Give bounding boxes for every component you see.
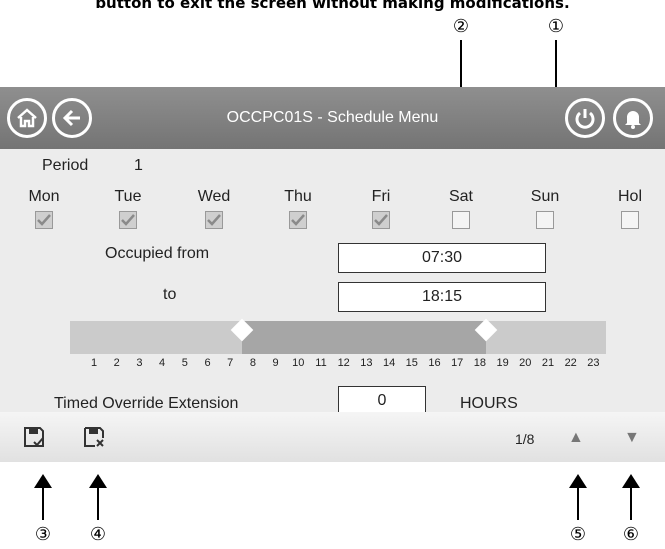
callout-2: ② xyxy=(452,16,470,37)
checkmark-icon xyxy=(374,214,388,226)
callout-1: ① xyxy=(547,16,565,37)
checkmark-icon xyxy=(121,214,135,226)
save-button[interactable] xyxy=(22,425,48,449)
callout-5: ⑤ xyxy=(569,524,587,545)
timeline-tick-label: 7 xyxy=(227,357,234,369)
timeline-tick-label: 13 xyxy=(360,357,373,369)
checkmark-icon xyxy=(37,214,51,226)
day-label-tue: Tue xyxy=(114,188,142,205)
pointer-arrowhead-4 xyxy=(89,474,107,488)
page-indicator: 1/8 xyxy=(515,431,535,447)
day-label-fri: Fri xyxy=(371,188,391,205)
checkbox-tue[interactable] xyxy=(119,211,137,229)
day-label-sat: Sat xyxy=(448,188,473,205)
timeline-tick-label: 23 xyxy=(587,357,600,369)
timeline-tick-label: 5 xyxy=(181,357,188,369)
page-up-button[interactable]: ▲ xyxy=(568,429,584,447)
occupied-from-field[interactable]: 07:30 xyxy=(338,243,546,273)
back-button[interactable] xyxy=(52,98,92,138)
timeline-tick-label: 8 xyxy=(249,357,256,369)
period-value: 1 xyxy=(134,157,143,174)
pointer-line-4 xyxy=(97,486,99,520)
page-down-button[interactable]: ▼ xyxy=(624,429,640,447)
checkbox-mon[interactable] xyxy=(35,211,53,229)
pointer-line-6 xyxy=(630,486,632,520)
timeline-tick-label: 22 xyxy=(564,357,577,369)
alarm-button[interactable] xyxy=(613,98,653,138)
timeline-tick-label: 10 xyxy=(292,357,305,369)
home-icon xyxy=(17,108,37,128)
day-label-wed: Wed xyxy=(197,188,231,205)
power-icon xyxy=(575,109,595,129)
timeline-tick-label: 15 xyxy=(405,357,418,369)
override-label: Timed Override Extension xyxy=(54,395,239,412)
timeline-tick-label: 19 xyxy=(496,357,509,369)
timeline-tick-label: 2 xyxy=(113,357,120,369)
schedule-timeline xyxy=(70,321,606,354)
occupied-from-label: Occupied from xyxy=(105,245,210,262)
checkmark-icon xyxy=(207,214,221,226)
pointer-line-3 xyxy=(42,486,44,520)
occupied-range xyxy=(241,321,486,354)
day-label-sun: Sun xyxy=(530,188,560,205)
checkbox-hol[interactable] xyxy=(621,211,639,229)
day-label-hol: Hol xyxy=(617,188,642,205)
timeline-tick-label: 1 xyxy=(90,357,98,369)
discard-button[interactable] xyxy=(82,425,108,449)
pointer-arrowhead-6 xyxy=(622,474,640,488)
checkbox-wed[interactable] xyxy=(205,211,223,229)
timeline-tick-label: 17 xyxy=(451,357,464,369)
timeline-tick-label: 18 xyxy=(473,357,487,369)
timeline-tick-label: 11 xyxy=(315,357,327,369)
bell-icon xyxy=(625,111,641,129)
day-label-thu: Thu xyxy=(284,188,312,205)
header-bar: OCCPC01S - Schedule Menu xyxy=(0,87,665,149)
checkmark-icon xyxy=(291,214,305,226)
timeline-tick-label: 20 xyxy=(519,357,532,369)
pointer-line-5 xyxy=(577,486,579,520)
discard-save-icon xyxy=(84,427,104,447)
timeline-tick-label: 14 xyxy=(382,357,396,369)
callout-4: ④ xyxy=(89,524,107,545)
override-unit: HOURS xyxy=(460,395,518,412)
instruction-caption: button to exit the screen without making… xyxy=(95,0,570,12)
power-button[interactable] xyxy=(565,98,605,138)
timeline-tick-label: 16 xyxy=(428,357,441,369)
timeline-tick-label: 6 xyxy=(204,357,211,369)
home-button[interactable] xyxy=(7,98,47,138)
period-label: Period xyxy=(42,157,89,174)
callout-6: ⑥ xyxy=(622,524,640,545)
checkbox-fri[interactable] xyxy=(372,211,390,229)
checkbox-sun[interactable] xyxy=(536,211,554,229)
timeline-tick-label: 12 xyxy=(337,357,350,369)
pointer-arrowhead-3 xyxy=(34,474,52,488)
timeline-tick-label: 4 xyxy=(159,357,166,369)
checkbox-thu[interactable] xyxy=(289,211,307,229)
occupied-to-field[interactable]: 18:15 xyxy=(338,282,546,312)
checkbox-sat[interactable] xyxy=(452,211,470,229)
pointer-arrowhead-5 xyxy=(569,474,587,488)
day-label-mon: Mon xyxy=(28,188,60,205)
callout-3: ③ xyxy=(34,524,52,545)
timeline-tick-label: 9 xyxy=(272,357,279,369)
arrow-left-icon xyxy=(62,109,80,127)
timeline-tick-label: 3 xyxy=(136,357,143,369)
timeline-tick-label: 21 xyxy=(541,357,555,369)
occupied-to-label: to xyxy=(163,286,177,303)
save-icon xyxy=(24,427,44,447)
